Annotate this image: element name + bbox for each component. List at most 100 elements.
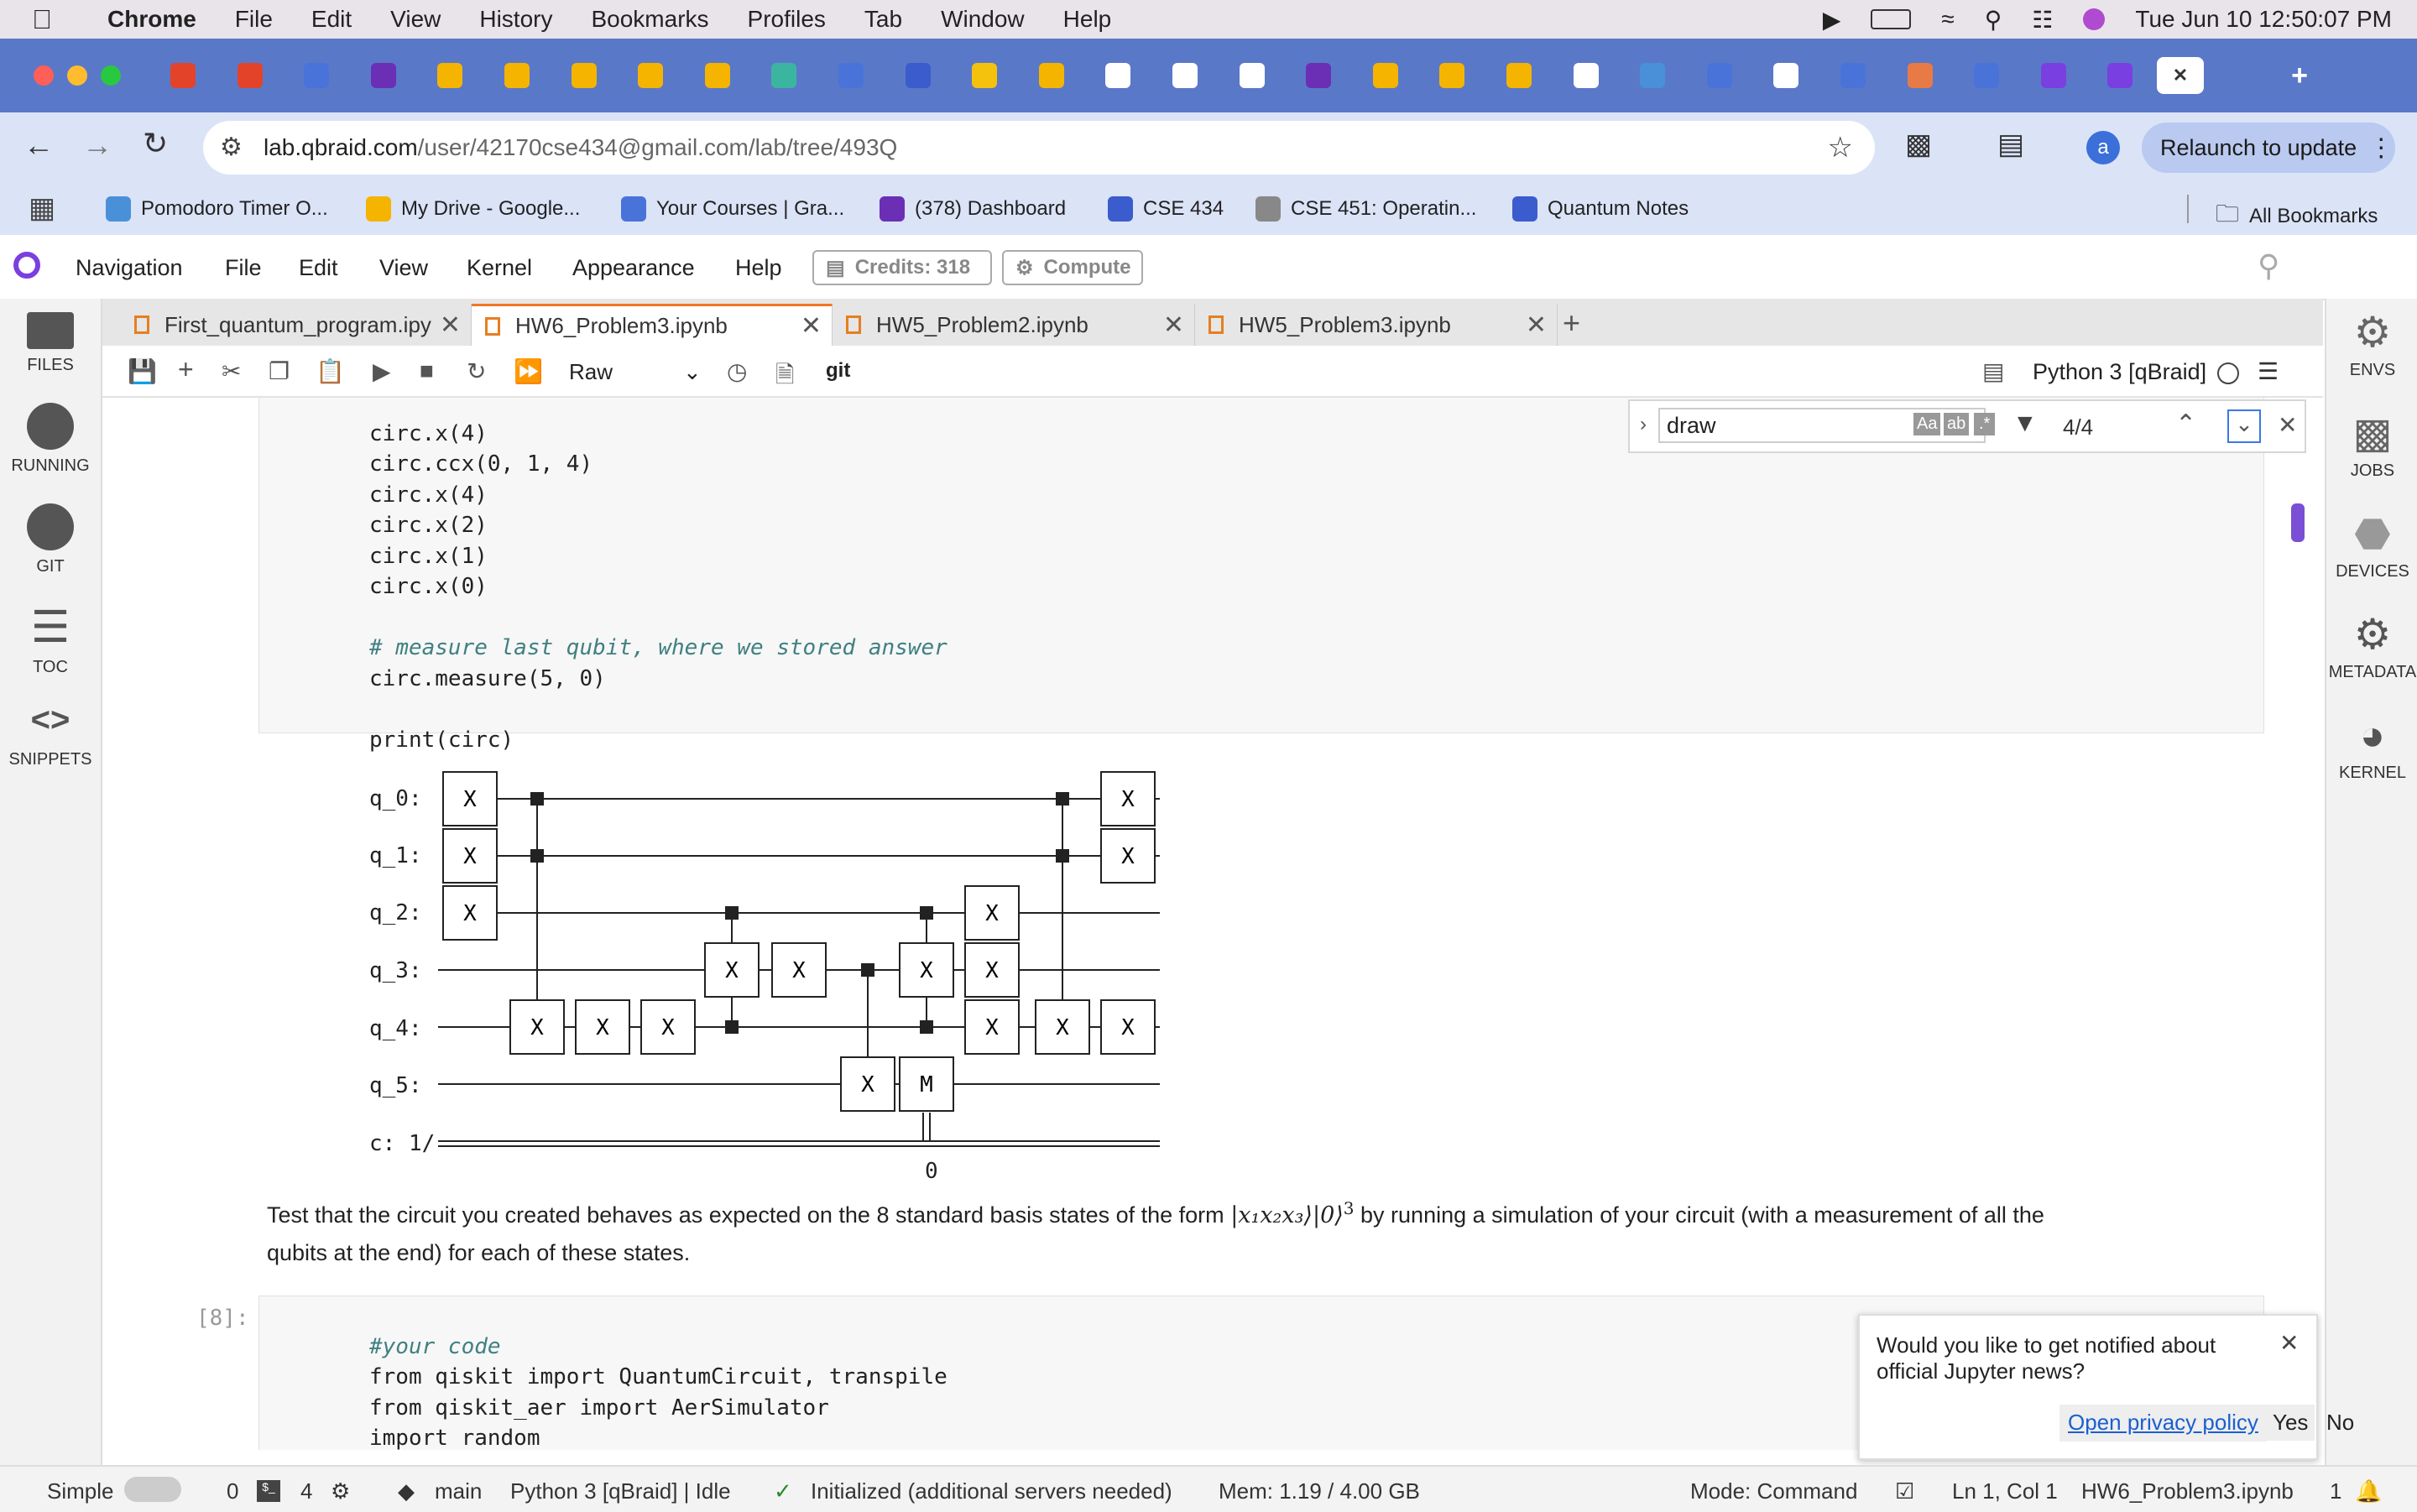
browser-tab-favicon[interactable] xyxy=(1634,57,1671,94)
tab-hw6-problem3[interactable]: HW6_Problem3.ipynb ✕ xyxy=(472,304,833,346)
browser-tab-favicon[interactable] xyxy=(499,57,535,94)
yes-button[interactable]: Yes xyxy=(2266,1405,2315,1441)
menu-edit[interactable]: Edit xyxy=(311,6,352,33)
close-icon[interactable]: ✕ xyxy=(440,310,461,340)
run-icon[interactable]: ▶ xyxy=(373,357,391,385)
browser-tab-favicon[interactable] xyxy=(164,57,201,94)
siri-icon[interactable] xyxy=(2083,8,2106,30)
browser-tab-favicon[interactable] xyxy=(2101,57,2138,94)
browser-tab-favicon[interactable] xyxy=(699,57,736,94)
git-branch[interactable]: main xyxy=(435,1478,482,1504)
browser-tab-favicon[interactable] xyxy=(298,57,335,94)
all-bookmarks-button[interactable]: 🗀 All Bookmarks xyxy=(2216,196,2378,237)
bookmark-item[interactable]: CSE 434 xyxy=(1108,196,1224,222)
restart-icon[interactable]: ↻ xyxy=(467,357,486,385)
kernel-count[interactable]: 4 xyxy=(300,1478,312,1504)
presentation-icon[interactable]: ▤ xyxy=(1982,357,2004,385)
zoom-window-button[interactable] xyxy=(101,65,121,86)
git-button[interactable]: git xyxy=(826,359,850,383)
menu-history[interactable]: History xyxy=(479,6,552,33)
browser-tab-favicon[interactable] xyxy=(566,57,603,94)
address-bar[interactable]: ⚙ lab.qbraid.com/user/42170cse434@gmail.… xyxy=(203,121,1875,175)
menu-view[interactable]: View xyxy=(390,6,441,33)
next-match-icon[interactable]: ⌄ xyxy=(2227,409,2261,443)
apps-grid-icon[interactable]: ▦ xyxy=(29,191,55,225)
browser-tab-favicon[interactable] xyxy=(232,57,269,94)
filter-icon[interactable]: ▼ xyxy=(2012,409,2038,438)
lsp-status[interactable]: Initialized (additional servers needed) xyxy=(811,1478,1172,1504)
menu-jview[interactable]: View xyxy=(379,255,428,281)
more-menu-icon[interactable]: ⋮ xyxy=(2368,133,2394,163)
forward-icon[interactable]: → xyxy=(82,128,112,163)
sidebar-item-envs[interactable]: ⚙ ENVS xyxy=(2326,304,2417,380)
bookmark-item[interactable]: CSE 451: Operatin... xyxy=(1255,196,1476,222)
menu-navigation[interactable]: Navigation xyxy=(76,255,183,281)
menu-jhelp[interactable]: Help xyxy=(735,255,782,281)
browser-tab-favicon[interactable] xyxy=(1367,57,1404,94)
bookmark-item[interactable]: (378) Dashboard xyxy=(880,196,1066,222)
simple-mode-toggle[interactable] xyxy=(124,1477,181,1502)
bookmark-item[interactable]: My Drive - Google... xyxy=(366,196,580,222)
control-center-icon[interactable]: ☷ xyxy=(2032,6,2053,34)
browser-tab-favicon[interactable] xyxy=(632,57,669,94)
kernel-status[interactable]: Python 3 [qBraid] | Idle xyxy=(510,1478,731,1504)
bell-icon[interactable]: 🔔 xyxy=(2355,1478,2382,1504)
menu-bookmarks[interactable]: Bookmarks xyxy=(591,6,708,33)
back-icon[interactable]: ← xyxy=(23,128,54,163)
privacy-policy-link[interactable]: Open privacy policy xyxy=(2059,1405,2267,1442)
browser-tab-favicon[interactable] xyxy=(1234,57,1271,94)
sidebar-item-jobs[interactable]: ▩ JOBS xyxy=(2326,404,2417,481)
browser-tab-favicon[interactable] xyxy=(1767,57,1804,94)
apple-icon[interactable]:  xyxy=(32,4,52,35)
bookmark-item[interactable]: Quantum Notes xyxy=(1512,196,1689,222)
browser-tab-favicon[interactable] xyxy=(1568,57,1605,94)
cursor-position[interactable]: Ln 1, Col 1 xyxy=(1952,1478,2058,1504)
expand-replace-icon[interactable]: › xyxy=(1640,413,1647,436)
sidebar-item-files[interactable]: FILES xyxy=(0,307,101,375)
close-icon[interactable]: ✕ xyxy=(1163,310,1184,340)
regex-icon[interactable]: .* xyxy=(1974,413,1996,435)
menu-appearance[interactable]: Appearance xyxy=(572,255,695,281)
code-cell-top[interactable]: circ.x(4) circ.ccx(0, 1, 4) circ.x(4) ci… xyxy=(369,398,947,755)
browser-tab-favicon[interactable] xyxy=(1433,57,1470,94)
close-icon[interactable]: ✕ xyxy=(801,311,822,341)
browser-tab-favicon[interactable] xyxy=(1300,57,1337,94)
sidebar-item-kernel[interactable]: ◕ KERNEL xyxy=(2326,706,2417,783)
browser-tab-favicon[interactable] xyxy=(1099,57,1136,94)
site-info-icon[interactable]: ⚙ xyxy=(220,133,243,162)
sidebar-item-devices[interactable]: ⬣ DEVICES xyxy=(2326,505,2417,581)
whole-word-icon[interactable]: ab xyxy=(1944,413,1970,435)
browser-tab-favicon[interactable] xyxy=(900,57,937,94)
cell-type-select[interactable]: Raw ⌄ xyxy=(569,359,703,385)
notebook-scrollbar-thumb[interactable] xyxy=(2291,503,2305,542)
document-icon[interactable]: 🗎 xyxy=(775,357,795,398)
browser-tab-favicon[interactable] xyxy=(765,57,802,94)
bookmark-star-icon[interactable]: ☆ xyxy=(1828,131,1853,164)
menu-file[interactable]: File xyxy=(235,6,273,33)
sidebar-item-toc[interactable]: ☰ TOC xyxy=(0,604,101,677)
sidebar-item-snippets[interactable]: <> SNIPPETS xyxy=(0,696,101,769)
browser-tab-favicon[interactable] xyxy=(431,57,468,94)
new-tab-button[interactable]: + xyxy=(2281,57,2318,94)
no-button[interactable]: No xyxy=(2320,1405,2361,1441)
hamburger-icon[interactable]: ☰ xyxy=(2258,357,2279,385)
tab-search-icon[interactable]: ▤ xyxy=(1997,128,2024,161)
close-notification-icon[interactable]: ✕ xyxy=(2279,1329,2299,1357)
menu-app-name[interactable]: Chrome xyxy=(107,6,196,33)
clock-icon[interactable]: ◷ xyxy=(727,357,747,385)
sidebar-item-running[interactable]: RUNNING xyxy=(0,403,101,476)
reload-icon[interactable]: ↻ xyxy=(143,126,168,161)
cut-icon[interactable]: ✂ xyxy=(222,357,241,385)
match-case-icon[interactable]: Aa xyxy=(1913,413,1941,435)
menu-jfile[interactable]: File xyxy=(225,255,262,281)
credits-badge[interactable]: ▤ Credits: 318 xyxy=(812,250,992,285)
terminal-count[interactable]: 0 xyxy=(227,1478,238,1504)
battery-icon[interactable] xyxy=(1871,9,1912,29)
menu-tab[interactable]: Tab xyxy=(864,6,902,33)
close-window-button[interactable] xyxy=(34,65,54,86)
insert-cell-icon[interactable]: + xyxy=(178,354,194,385)
notification-count[interactable]: 1 xyxy=(2330,1478,2341,1504)
browser-tab-favicon[interactable] xyxy=(1902,57,1939,94)
code-cell-bottom[interactable]: #your code from qiskit import QuantumCir… xyxy=(369,1301,947,1451)
compute-button[interactable]: ⚙ Compute xyxy=(1002,250,1143,285)
